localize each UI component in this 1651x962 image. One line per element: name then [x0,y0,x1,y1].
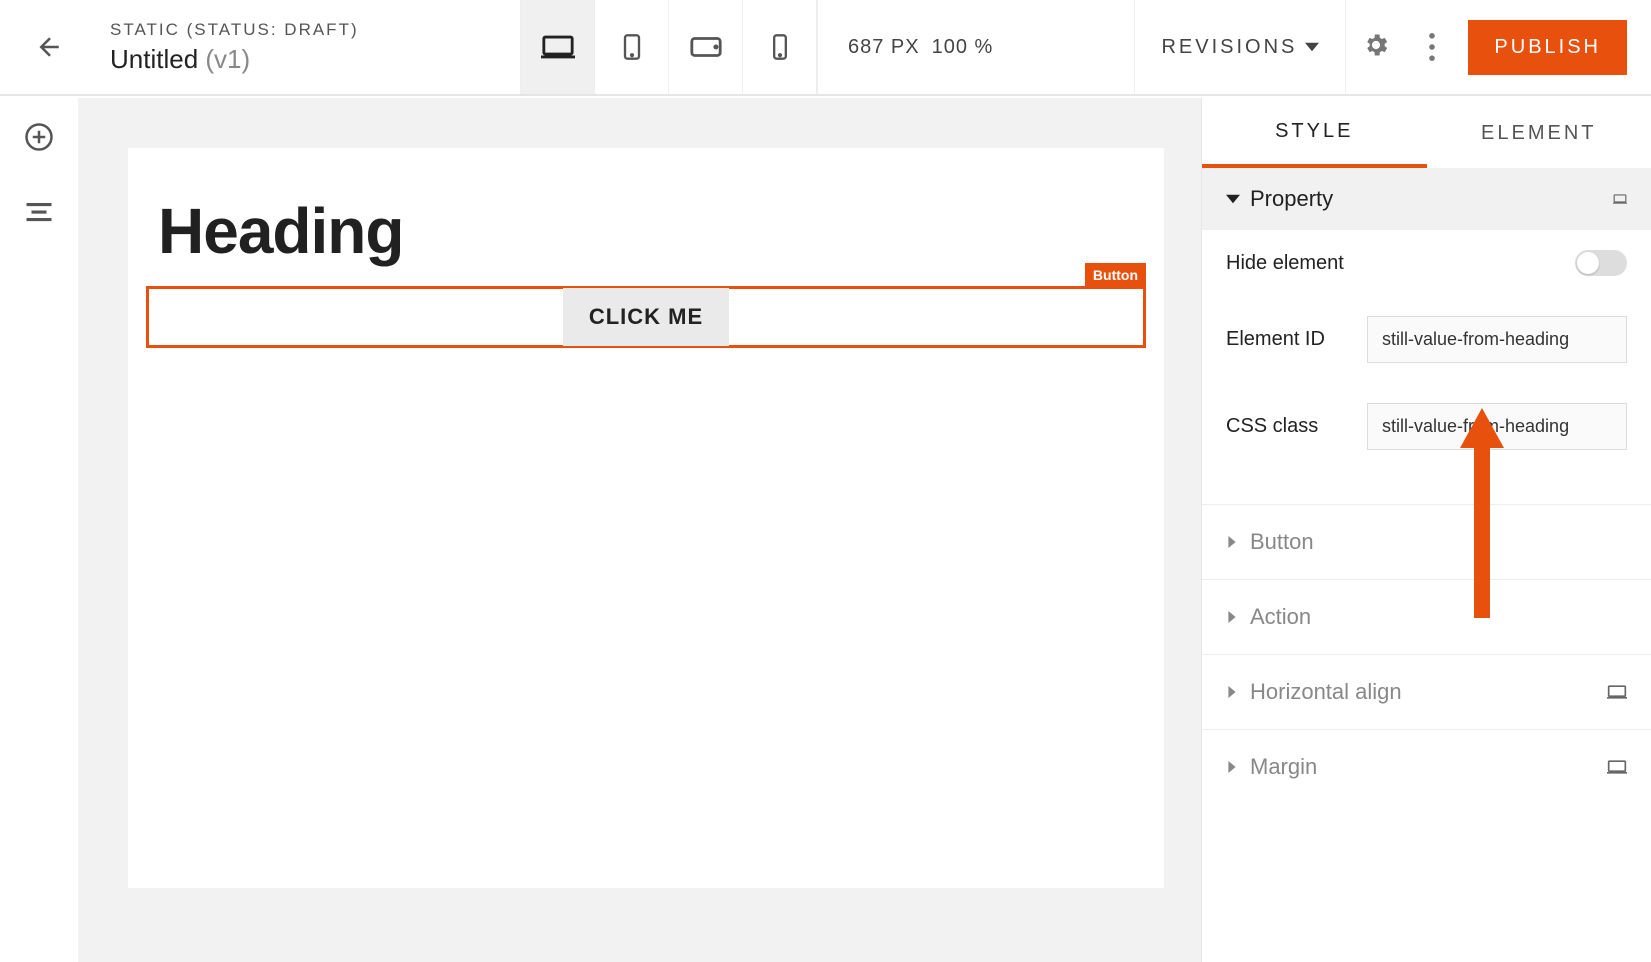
section-margin-title: Margin [1250,754,1317,780]
element-id-row: Element ID [1202,296,1651,383]
topbar: STATIC (STATUS: DRAFT) Untitled (v1) 687… [0,0,1651,96]
properties-panel: STYLE ELEMENT Property Hide element Elem… [1201,98,1651,962]
chevron-right-icon [1226,686,1238,698]
settings-button[interactable] [1362,31,1390,64]
outline-icon [24,197,54,227]
chevron-right-icon [1226,611,1238,623]
page-version: (v1) [205,44,250,74]
viewport-info: 687 PX 100 % [818,36,1023,59]
element-id-label: Element ID [1226,328,1325,351]
selected-element[interactable]: Button CLICK ME [146,286,1146,348]
page-title: Untitled (v1) [110,44,410,75]
section-halign-title: Horizontal align [1250,679,1402,705]
tab-element[interactable]: ELEMENT [1427,98,1651,168]
chevron-right-icon [1226,761,1238,773]
selected-element-inner: CLICK ME [149,289,1143,345]
chevron-right-icon [1226,536,1238,548]
section-action-title: Action [1250,604,1311,630]
left-toolbar [0,98,78,962]
page-status: STATIC (STATUS: DRAFT) [110,20,410,40]
device-desktop-button[interactable] [521,0,595,94]
chevron-down-icon [1226,192,1240,206]
device-switcher [520,0,818,94]
more-vertical-icon [1418,33,1446,61]
arrow-left-icon [35,32,65,62]
section-action[interactable]: Action [1202,579,1651,654]
panel-tabs: STYLE ELEMENT [1202,98,1651,168]
selected-element-tag: Button [1085,263,1146,287]
device-phone-button[interactable] [743,0,817,94]
main: Heading Button CLICK ME STYLE ELEMENT Pr… [78,98,1651,962]
add-element-button[interactable] [24,122,54,157]
revisions-dropdown[interactable]: REVISIONS [1134,0,1345,94]
chevron-down-icon [1305,40,1319,54]
desktop-icon [541,33,575,61]
desktop-icon [1607,684,1627,700]
section-horizontal-align[interactable]: Horizontal align [1202,654,1651,729]
section-margin[interactable]: Margin [1202,729,1651,804]
more-menu-button[interactable] [1418,33,1446,61]
hide-element-label: Hide element [1226,252,1344,275]
desktop-icon [1613,192,1627,206]
css-class-row: CSS class [1202,383,1651,470]
viewport-pct: 100 % [932,36,994,59]
header-icon-buttons [1345,0,1462,94]
device-tablet-landscape-button[interactable] [669,0,743,94]
hide-element-row: Hide element [1202,230,1651,296]
page-meta: STATIC (STATUS: DRAFT) Untitled (v1) [100,20,420,75]
element-id-input[interactable] [1367,316,1627,363]
plus-circle-icon [24,122,54,152]
canvas-area[interactable]: Heading Button CLICK ME [78,98,1201,962]
canvas-heading[interactable]: Heading [146,194,1146,268]
css-class-label: CSS class [1226,415,1318,438]
revisions-label: REVISIONS [1161,36,1297,59]
section-property-title: Property [1250,186,1333,212]
gear-icon [1362,31,1390,59]
back-button[interactable] [0,0,100,94]
hide-element-toggle[interactable] [1575,250,1627,276]
desktop-icon [1607,759,1627,775]
canvas[interactable]: Heading Button CLICK ME [128,148,1164,888]
tab-style[interactable]: STYLE [1202,98,1427,168]
phone-icon [763,33,797,61]
section-button-title: Button [1250,529,1314,555]
viewport-px: 687 PX [848,36,920,59]
css-class-input[interactable] [1367,403,1627,450]
outline-button[interactable] [24,197,54,232]
device-tablet-portrait-button[interactable] [595,0,669,94]
section-property-header[interactable]: Property [1202,168,1651,230]
section-button[interactable]: Button [1202,504,1651,579]
tablet-portrait-icon [615,33,649,61]
canvas-button[interactable]: CLICK ME [563,288,729,346]
publish-button[interactable]: PUBLISH [1468,20,1627,75]
tablet-landscape-icon [689,33,723,61]
page-title-text: Untitled [110,44,198,74]
